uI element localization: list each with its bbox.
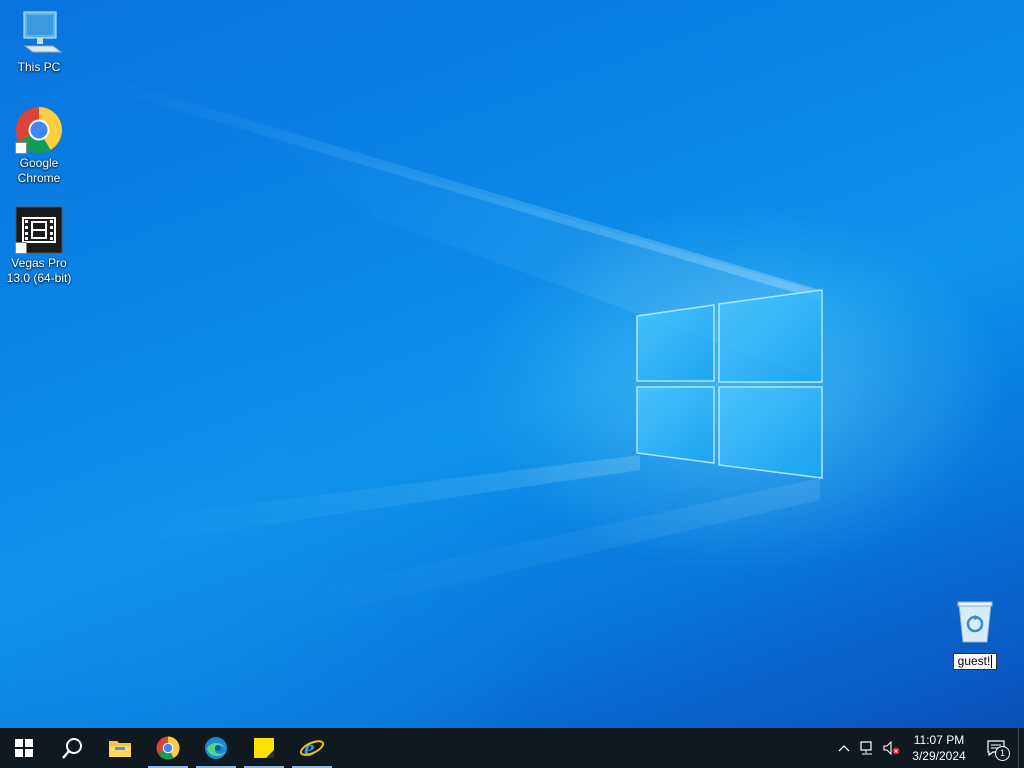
svg-text:e: e — [304, 736, 315, 760]
shortcut-arrow-icon — [15, 242, 27, 254]
taskbar-chrome[interactable] — [144, 728, 192, 768]
search-button[interactable] — [48, 728, 96, 768]
internet-explorer-icon: e — [299, 736, 325, 760]
clock-date: 3/29/2024 — [912, 749, 966, 763]
network-button[interactable] — [856, 728, 880, 768]
desktop[interactable]: This PC Google Chrome Vegas Pro 13.0 (64… — [0, 0, 1024, 728]
rename-input[interactable]: guest! — [952, 653, 998, 670]
windows-logo-wallpaper — [636, 289, 823, 479]
volume-muted-icon — [883, 741, 900, 755]
show-desktop-button[interactable] — [1018, 728, 1024, 768]
notification-count-badge: 1 — [995, 746, 1010, 761]
desktop-icon-vegas-pro[interactable]: Vegas Pro 13.0 (64-bit) — [1, 206, 77, 286]
vegas-pro-icon — [15, 206, 63, 254]
taskbar: e 11:07 PM 3/29/2024 1 — [0, 728, 1024, 768]
this-pc-icon — [15, 10, 63, 58]
recycle-bin-icon — [955, 600, 995, 649]
desktop-icon-recycle-bin[interactable]: guest! — [950, 600, 1000, 670]
folder-icon — [109, 741, 131, 757]
shortcut-arrow-icon — [15, 142, 27, 154]
chrome-icon — [156, 736, 180, 760]
clock-time: 11:07 PM — [913, 733, 965, 747]
desktop-icon-google-chrome[interactable]: Google Chrome — [1, 106, 77, 186]
windows-start-icon — [15, 739, 33, 757]
text-caret — [991, 655, 993, 668]
search-icon — [62, 738, 82, 759]
volume-button[interactable] — [880, 728, 904, 768]
desktop-icon-this-pc[interactable]: This PC — [1, 10, 77, 75]
chrome-icon — [15, 106, 63, 154]
desktop-icon-label: This PC — [17, 60, 61, 74]
system-tray: 11:07 PM 3/29/2024 1 — [832, 728, 1024, 768]
rename-input-value: guest! — [957, 654, 991, 668]
chevron-up-icon — [838, 745, 850, 752]
taskbar-clock[interactable]: 11:07 PM 3/29/2024 — [904, 728, 974, 768]
show-hidden-icons-button[interactable] — [832, 728, 856, 768]
taskbar-internet-explorer[interactable]: e — [288, 728, 336, 768]
desktop-icon-label: Google Chrome — [17, 156, 61, 185]
edge-icon — [205, 737, 227, 759]
taskbar-edge[interactable] — [192, 728, 240, 768]
sticky-notes-icon — [254, 738, 274, 758]
action-center-button[interactable]: 1 — [974, 728, 1018, 768]
start-button[interactable] — [0, 728, 48, 768]
taskbar-sticky-notes[interactable] — [240, 728, 288, 768]
taskbar-file-explorer[interactable] — [96, 728, 144, 768]
desktop-icon-label: Vegas Pro 13.0 (64-bit) — [6, 256, 72, 285]
network-icon — [860, 741, 872, 755]
